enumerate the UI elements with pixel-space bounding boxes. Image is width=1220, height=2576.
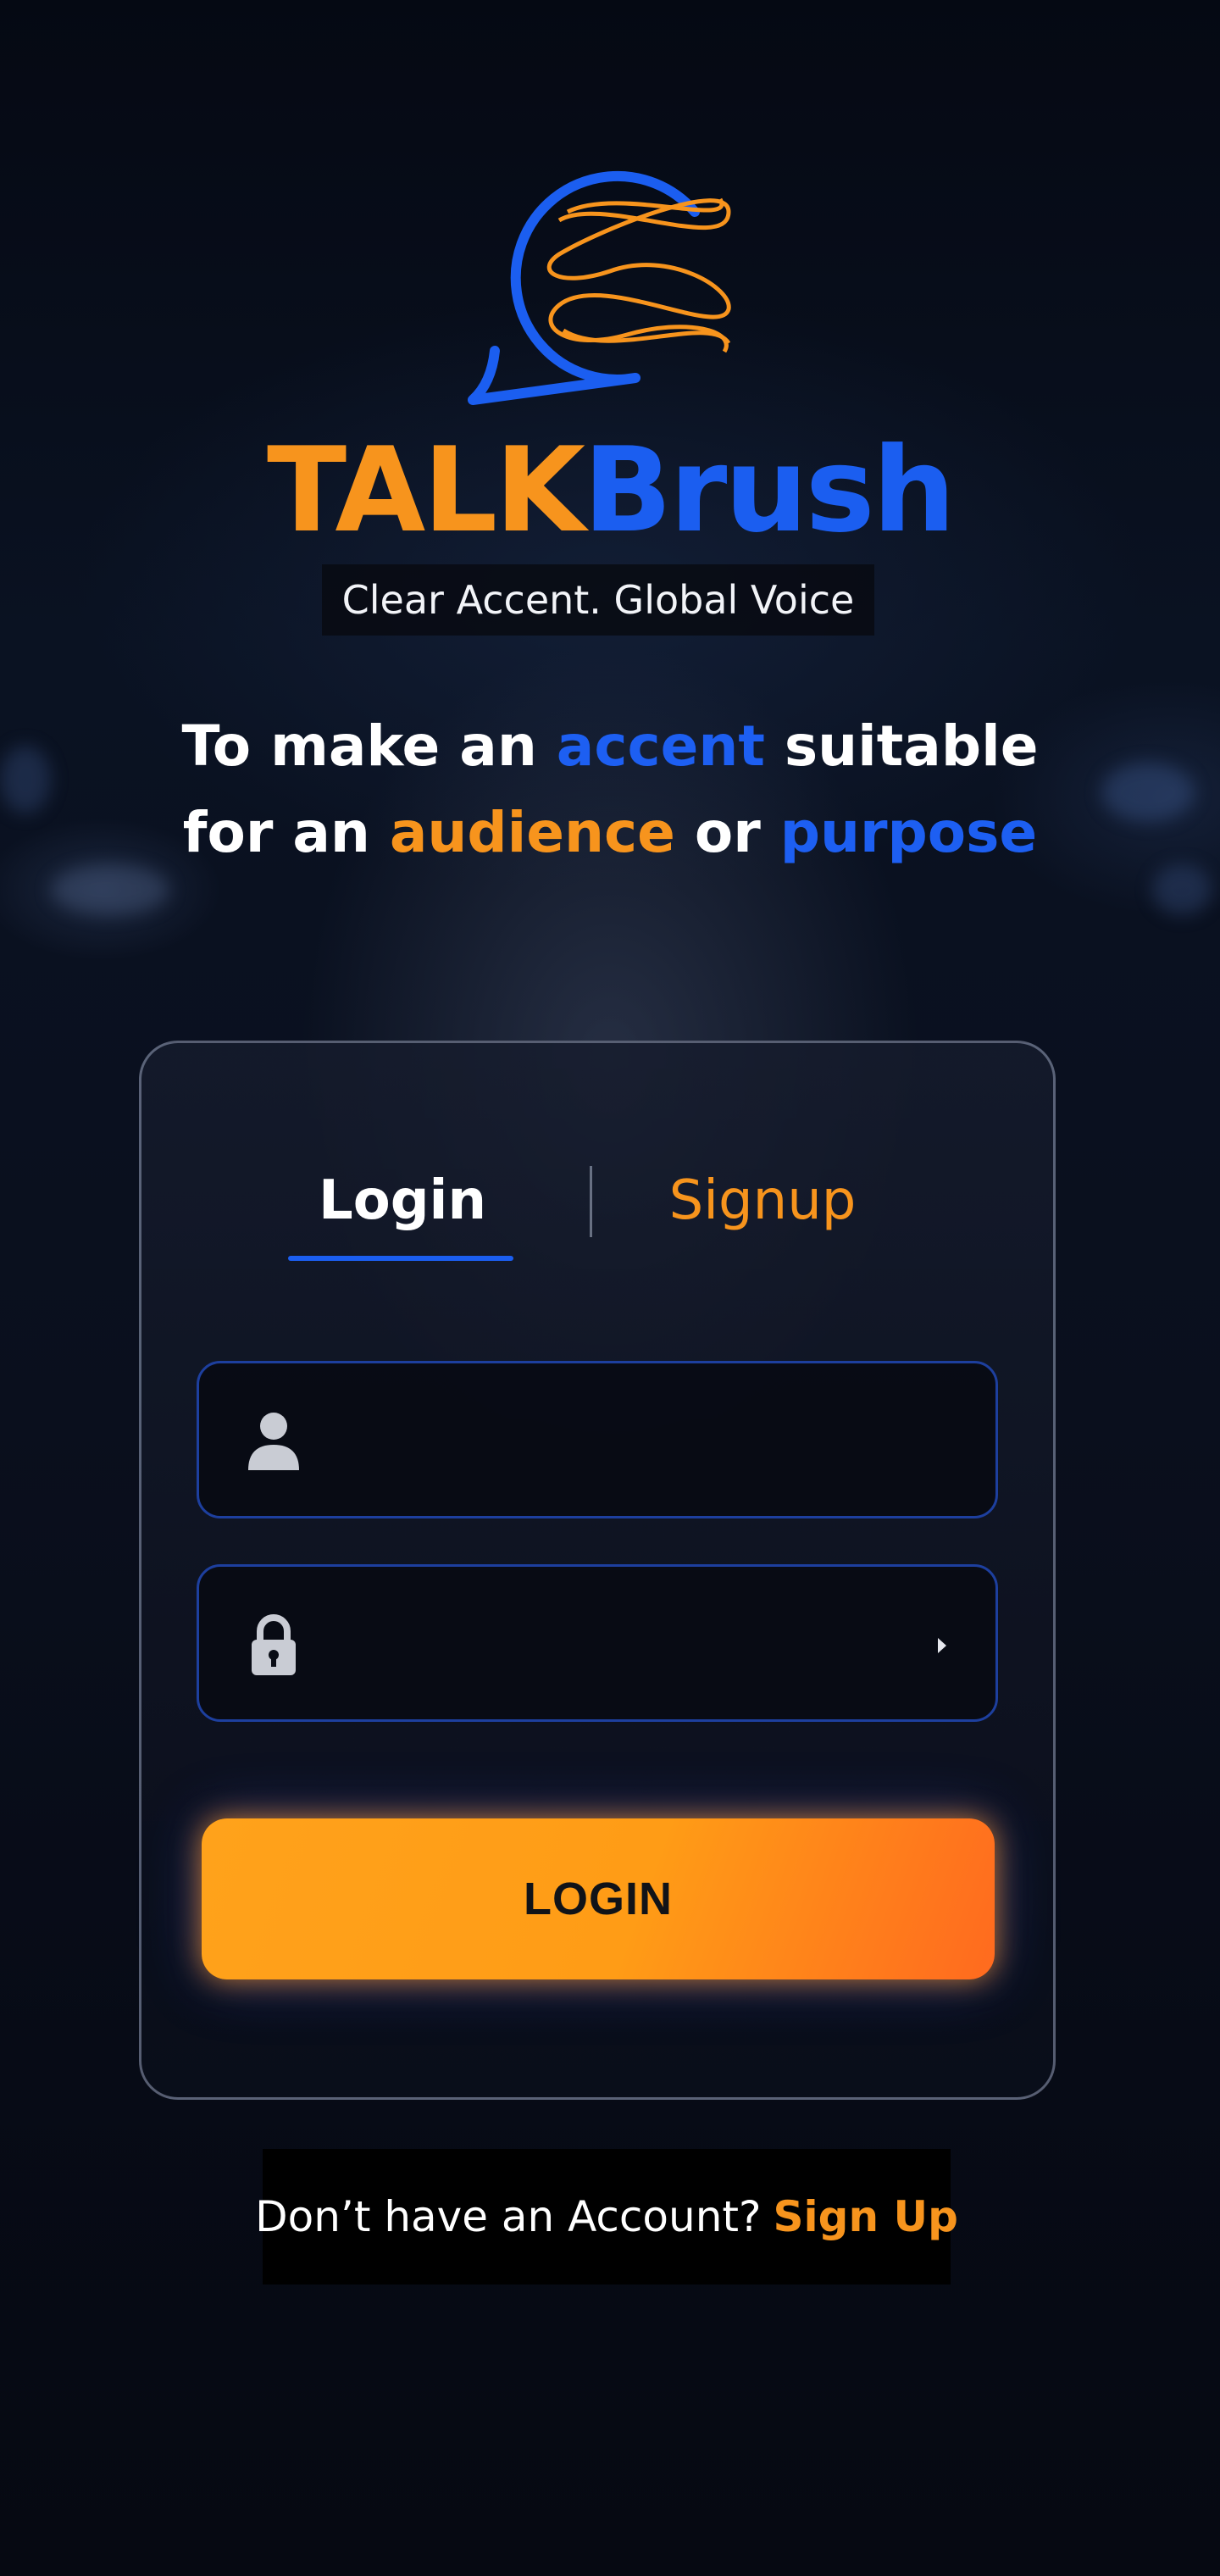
brand-tagline: Clear Accent. Global Voice [322,564,874,636]
username-input[interactable] [326,1380,940,1501]
headline-accent-word: accent [556,713,765,779]
tab-signup[interactable]: Signup [644,1163,881,1239]
active-tab-indicator [288,1256,513,1261]
signup-prompt: Don’t have an Account? Sign Up [255,2149,958,2285]
username-field[interactable] [197,1361,998,1518]
password-field[interactable] [197,1564,998,1722]
headline-line-1: To make an accent suitable [0,703,1220,790]
login-button[interactable]: LOGIN [202,1818,995,1979]
signup-prompt-text: Don’t have an Account? [255,2192,762,2241]
headline-line-2: for an audience or purpose [0,790,1220,876]
brand-name-talk: TALK [267,422,585,558]
headline-audience-word: audience [389,800,675,865]
headline-text: suitable [764,713,1039,779]
tab-divider [590,1166,592,1237]
reveal-arrow-icon[interactable] [933,1635,951,1657]
password-input[interactable] [326,1584,940,1704]
signup-link[interactable]: Sign Up [774,2192,958,2241]
headline-text: To make an [181,713,557,779]
headline-purpose-word: purpose [779,800,1038,865]
speech-bubble-waves-logo [468,170,731,405]
headline-text: for an [182,800,390,865]
user-icon [248,1413,299,1470]
lock-icon [252,1614,296,1675]
tab-login[interactable]: Login [288,1163,517,1239]
headline: To make an accent suitable for an audien… [0,703,1220,876]
brand-name-brush: Brush [583,422,956,558]
brand-wordmark: TALKBrush [0,432,1220,549]
headline-text: or [674,800,780,865]
